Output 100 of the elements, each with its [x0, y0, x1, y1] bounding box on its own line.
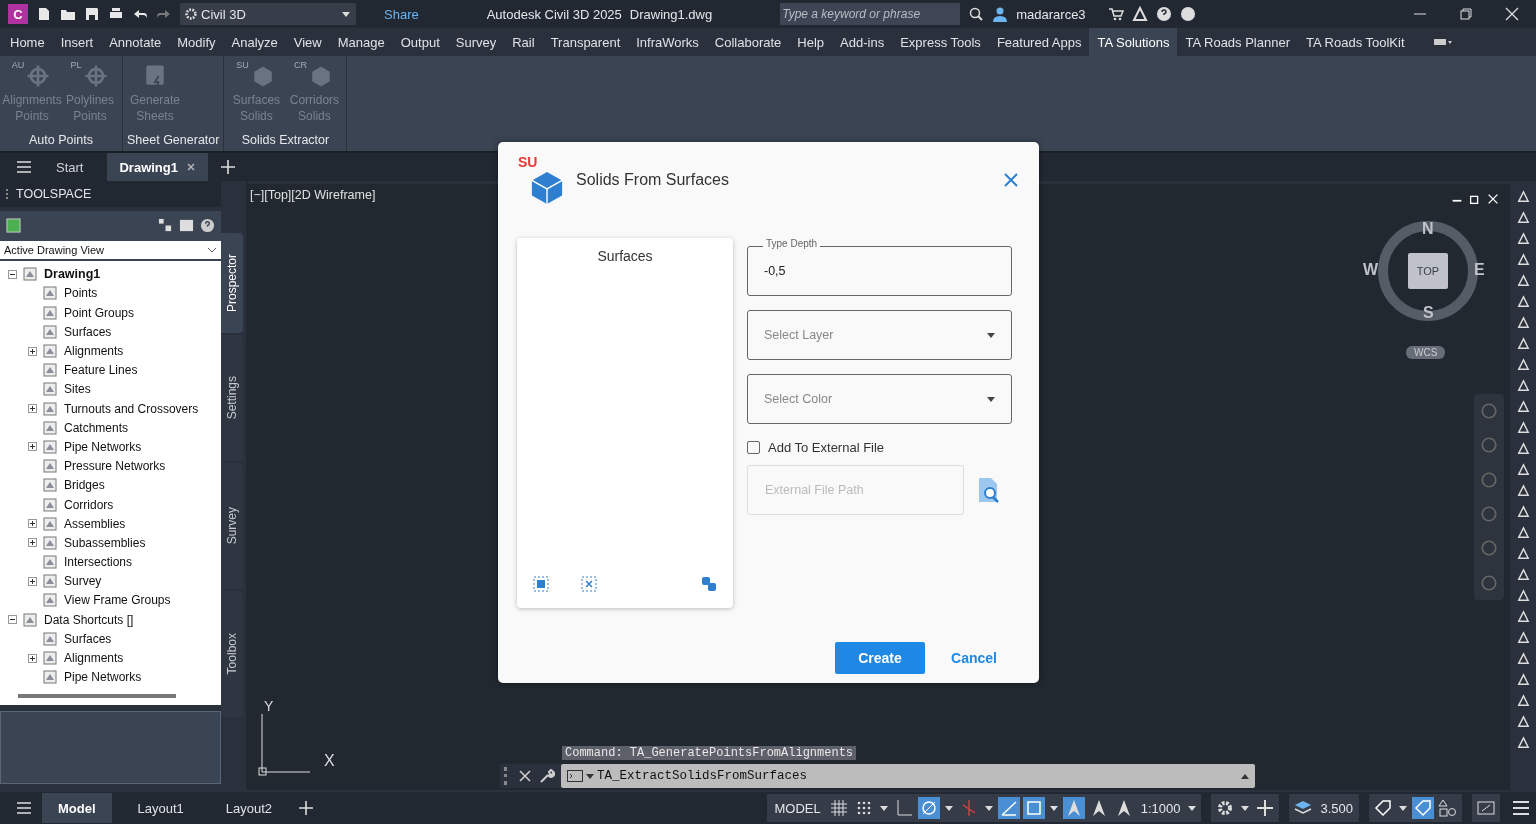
tool-icon[interactable] — [1515, 735, 1531, 750]
ribbon-tab[interactable]: Home — [2, 28, 53, 56]
ribbon-tab[interactable]: Insert — [52, 28, 102, 56]
menu-icon[interactable] — [16, 159, 32, 175]
ribbon-tab[interactable]: InfraWorks — [628, 28, 707, 56]
tool-icon[interactable] — [1515, 588, 1531, 603]
shapes-icon[interactable] — [1437, 797, 1459, 819]
tree-item[interactable]: Catchments — [64, 420, 129, 435]
tool-icon[interactable] — [1515, 504, 1531, 519]
ribbon-tab[interactable]: View — [285, 28, 330, 56]
new-file-icon[interactable] — [36, 6, 52, 22]
caret-icon[interactable] — [1241, 805, 1250, 811]
app-logo[interactable]: C — [8, 4, 28, 24]
tool-icon[interactable] — [1515, 252, 1531, 267]
search-field[interactable]: Type a keyword or phrase — [780, 3, 961, 25]
ribbon-tab[interactable]: Help — [789, 28, 833, 56]
color-dropdown[interactable]: Select Color — [747, 374, 1012, 424]
ribbon-tab[interactable]: Add-ins — [832, 28, 893, 56]
ribbon-tab[interactable]: Annotate — [101, 28, 170, 56]
tool-icon[interactable] — [1515, 189, 1531, 204]
tool-icon[interactable] — [1515, 231, 1531, 246]
view-cube[interactable]: TOP — [1408, 253, 1448, 289]
network-icon[interactable] — [1131, 6, 1148, 22]
ribbon-tab[interactable]: TA Roads Planner — [1177, 28, 1298, 56]
ribbon-tab[interactable]: Transparent — [542, 28, 629, 56]
polar-icon[interactable] — [917, 797, 940, 819]
tool-icon[interactable] — [1515, 546, 1531, 561]
tool-icon[interactable] — [1515, 315, 1531, 330]
wrench-icon[interactable] — [539, 768, 555, 784]
angle-icon[interactable] — [997, 797, 1020, 819]
tag-icon[interactable] — [1372, 797, 1394, 819]
tree-item[interactable]: Pipe Networks — [64, 440, 142, 454]
side-tab[interactable]: Prospector — [221, 233, 243, 333]
user-menu[interactable]: madararce3 — [1016, 6, 1086, 22]
expander-icon[interactable] — [28, 404, 37, 414]
tree-item[interactable]: Bridges — [64, 478, 105, 493]
help-icon[interactable] — [1155, 6, 1172, 22]
caret-icon[interactable] — [1399, 805, 1407, 811]
tool-icon[interactable] — [1515, 567, 1531, 582]
help-icon[interactable] — [200, 218, 215, 234]
tool-icon[interactable] — [1515, 441, 1531, 456]
caret-icon[interactable] — [586, 773, 594, 779]
tree-item[interactable]: Data Shortcuts [] — [44, 612, 134, 627]
tree-item[interactable]: Turnouts and Crossovers — [64, 401, 199, 416]
tool-icon[interactable] — [1515, 336, 1531, 351]
expander-icon[interactable] — [28, 442, 37, 452]
tool-icon[interactable] — [1515, 525, 1531, 540]
ribbon-tab[interactable]: TA Solutions — [1089, 28, 1178, 56]
layer-dropdown[interactable]: Select Layer — [747, 310, 1012, 360]
ribbon-tab[interactable]: Modify — [169, 28, 224, 56]
view-dropdown[interactable]: Active Drawing View — [0, 240, 221, 259]
ribbon-tab[interactable]: Manage — [329, 28, 393, 56]
layout-tab[interactable]: Model — [42, 793, 112, 823]
tool-icon[interactable] — [1515, 714, 1531, 729]
select-all-icon[interactable] — [533, 576, 549, 592]
side-tab[interactable]: Toolbox — [221, 591, 243, 717]
tree-item[interactable]: Drawing1 — [44, 267, 101, 282]
layout-tab[interactable]: Layout2 — [209, 793, 289, 823]
list-icon[interactable] — [179, 218, 194, 234]
ribbon-tab[interactable]: Featured Apps — [988, 28, 1090, 56]
tool-icon[interactable] — [1515, 651, 1531, 666]
tool-icon[interactable] — [1515, 420, 1531, 435]
ribbon-tab[interactable]: Express Tools — [892, 28, 989, 56]
tool-icon[interactable] — [1515, 294, 1531, 309]
tool-icon[interactable] — [1515, 630, 1531, 645]
menu-icon[interactable] — [16, 800, 32, 816]
tool-icon[interactable] — [1515, 462, 1531, 477]
tree-item[interactable]: Sites — [64, 382, 91, 397]
workspace-dropdown[interactable]: Civil 3D — [180, 3, 356, 25]
expander-icon[interactable] — [8, 615, 17, 625]
ribbon-tab[interactable]: Collaborate — [706, 28, 790, 56]
tree-item[interactable]: Point Groups — [64, 305, 135, 320]
tool-icon[interactable] — [1515, 357, 1531, 372]
tree-item[interactable]: Pressure Networks — [64, 459, 166, 474]
create-button[interactable]: Create — [835, 642, 925, 674]
caret-icon[interactable] — [1188, 805, 1197, 811]
restore-icon[interactable] — [1458, 6, 1474, 22]
annotation-scale[interactable]: 1:1000 — [1137, 800, 1184, 816]
tree-item[interactable]: Survey — [64, 574, 102, 589]
panel-toggle-icon[interactable] — [1432, 37, 1453, 47]
caret-icon[interactable] — [944, 805, 953, 811]
model-button[interactable]: MODEL — [770, 800, 825, 816]
expander-icon[interactable] — [28, 519, 37, 529]
plus-icon[interactable] — [298, 800, 315, 816]
ribbon-tab[interactable]: Rail — [504, 28, 543, 56]
tree-item[interactable]: Corridors — [64, 497, 114, 512]
layout-tab[interactable]: Layout1 — [121, 793, 200, 823]
share-link[interactable]: Share — [384, 6, 419, 22]
ribbon-tab[interactable]: Analyze — [223, 28, 286, 56]
plus-icon[interactable] — [220, 159, 236, 175]
expander-icon[interactable] — [28, 576, 37, 586]
tool-icon[interactable] — [1515, 273, 1531, 288]
layout-icon[interactable] — [158, 218, 173, 234]
tree-item[interactable]: Feature Lines — [64, 363, 138, 378]
tool-icon[interactable] — [1515, 609, 1531, 624]
tool-icon[interactable] — [1515, 378, 1531, 393]
tool-icon[interactable] — [1515, 693, 1531, 708]
drawing-icon[interactable] — [6, 218, 21, 234]
ribbon-tab[interactable]: Output — [392, 28, 448, 56]
tool-icon[interactable] — [1515, 672, 1531, 687]
